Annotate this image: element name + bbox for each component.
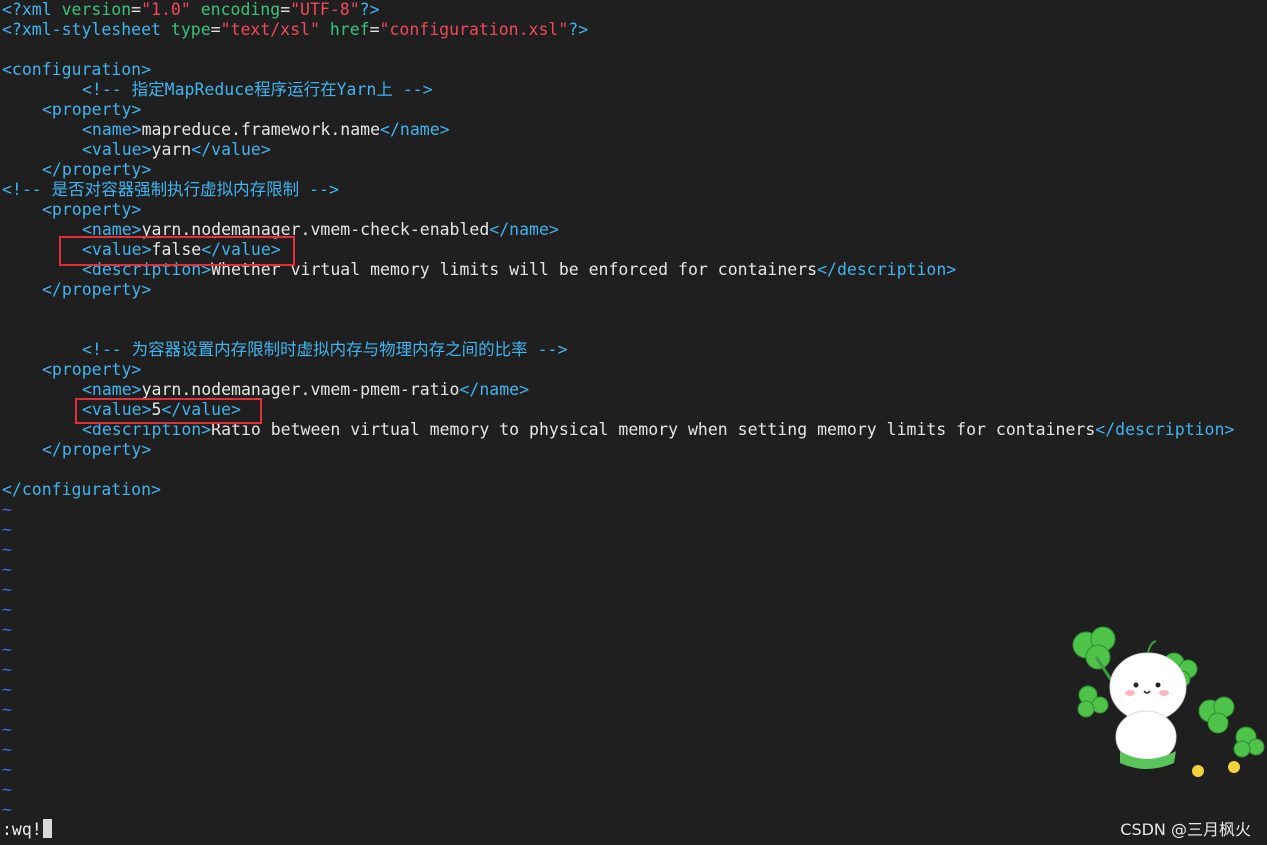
xsl-decl-attr-type: type	[170, 20, 211, 39]
property-1-value-line: <value>yarn</value>	[2, 140, 1264, 160]
xml-decl-value-version: "1.0"	[141, 0, 191, 19]
comment-line-3: <!-- 为容器设置内存限制时虚拟内存与物理内存之间的比率 -->	[2, 340, 1264, 360]
property-open-tag: <property>	[42, 100, 142, 119]
xsl-decl-open: <?xml-stylesheet	[2, 20, 161, 39]
property-description: Ratio between virtual memory to physical…	[211, 420, 1096, 439]
csdn-watermark: CSDN @三月枫火	[1120, 820, 1251, 839]
highlight-box-vmem-check-value	[59, 236, 295, 266]
highlight-box-vmem-ratio-value	[75, 398, 262, 424]
property-description: Whether virtual memory limits will be en…	[211, 260, 818, 279]
description-close-tag: </description>	[1095, 420, 1235, 439]
value-open-tag: <value>	[82, 140, 152, 159]
comment-vmem-check: <!-- 是否对容器强制执行虚拟内存限制 -->	[2, 180, 339, 199]
empty-line-tilde: ~	[2, 520, 12, 539]
property-close-tag: </property>	[42, 160, 152, 179]
property-open-tag: <property>	[42, 360, 142, 379]
name-close-tag: </name>	[380, 120, 450, 139]
empty-line-tilde: ~	[2, 540, 12, 559]
value-close-tag: </value>	[191, 140, 271, 159]
xml-declaration-line: <?xml version="1.0" encoding="UTF-8"?>	[2, 0, 380, 19]
vim-command-line[interactable]: :wq!	[2, 819, 52, 841]
configuration-close-line: </configuration>	[2, 480, 1264, 500]
property-1-name-line: <name>mapreduce.framework.name</name>	[2, 120, 1264, 140]
property-name-value: mapreduce.framework.name	[141, 120, 381, 139]
xml-decl-open: <?xml	[2, 0, 52, 19]
comment-line-1: <!-- 指定MapReduce程序运行在Yarn上 -->	[2, 80, 1264, 100]
property-close-tag: </property>	[42, 440, 152, 459]
xml-decl-attr-version: version	[61, 0, 132, 19]
empty-line-tilde: ~	[2, 560, 12, 579]
property-open-tag: <property>	[42, 200, 142, 219]
property-3-name-line: <name>yarn.nodemanager.vmem-pmem-ratio</…	[2, 380, 1264, 400]
empty-line-tilde: ~	[2, 500, 12, 519]
xsl-decl-close: ?>	[568, 20, 589, 39]
property-3-close: </property>	[2, 440, 1264, 460]
xml-decl-close: ?>	[359, 0, 380, 19]
text-cursor	[42, 819, 52, 838]
configuration-open-tag: <configuration>	[2, 60, 152, 79]
property-1-close: </property>	[2, 160, 1264, 180]
description-close-tag: </description>	[817, 260, 957, 279]
comment-line-2: <!-- 是否对容器强制执行虚拟内存限制 -->	[2, 180, 1264, 200]
comment-yarn: <!-- 指定MapReduce程序运行在Yarn上 -->	[82, 80, 433, 99]
empty-line-tilde: ~	[2, 580, 12, 599]
property-value: yarn	[151, 140, 192, 159]
xsl-decl-value-type: "text/xsl"	[220, 20, 320, 39]
property-name-value: yarn.nodemanager.vmem-pmem-ratio	[141, 380, 460, 399]
xml-decl-attr-encoding: encoding	[200, 0, 281, 19]
configuration-close-tag: </configuration>	[2, 480, 161, 499]
property-1-open: <property>	[2, 100, 1264, 120]
xsl-decl-value-href: "configuration.xsl"	[379, 20, 569, 39]
name-open-tag: <name>	[82, 120, 142, 139]
name-close-tag: </name>	[459, 380, 530, 399]
property-2-open: <property>	[2, 200, 1264, 220]
property-3-open: <property>	[2, 360, 1264, 380]
command-text: :wq!	[2, 820, 42, 839]
empty-line-tilde: ~	[2, 800, 12, 819]
name-open-tag: <name>	[82, 380, 142, 399]
property-close-tag: </property>	[42, 280, 152, 299]
empty-line-tilde: ~	[2, 600, 12, 619]
xml-stylesheet-line: <?xml-stylesheet type="text/xsl" href="c…	[2, 20, 589, 39]
clover-mascot-sticker	[1072, 626, 1265, 777]
configuration-open-line: <configuration>	[2, 60, 1264, 80]
comment-vmem-ratio: <!-- 为容器设置内存限制时虚拟内存与物理内存之间的比率 -->	[82, 340, 568, 359]
name-close-tag: </name>	[489, 220, 559, 239]
property-2-close: </property>	[2, 280, 1264, 300]
xml-decl-value-encoding: "UTF-8"	[290, 0, 360, 19]
xsl-decl-attr-href: href	[329, 20, 370, 39]
